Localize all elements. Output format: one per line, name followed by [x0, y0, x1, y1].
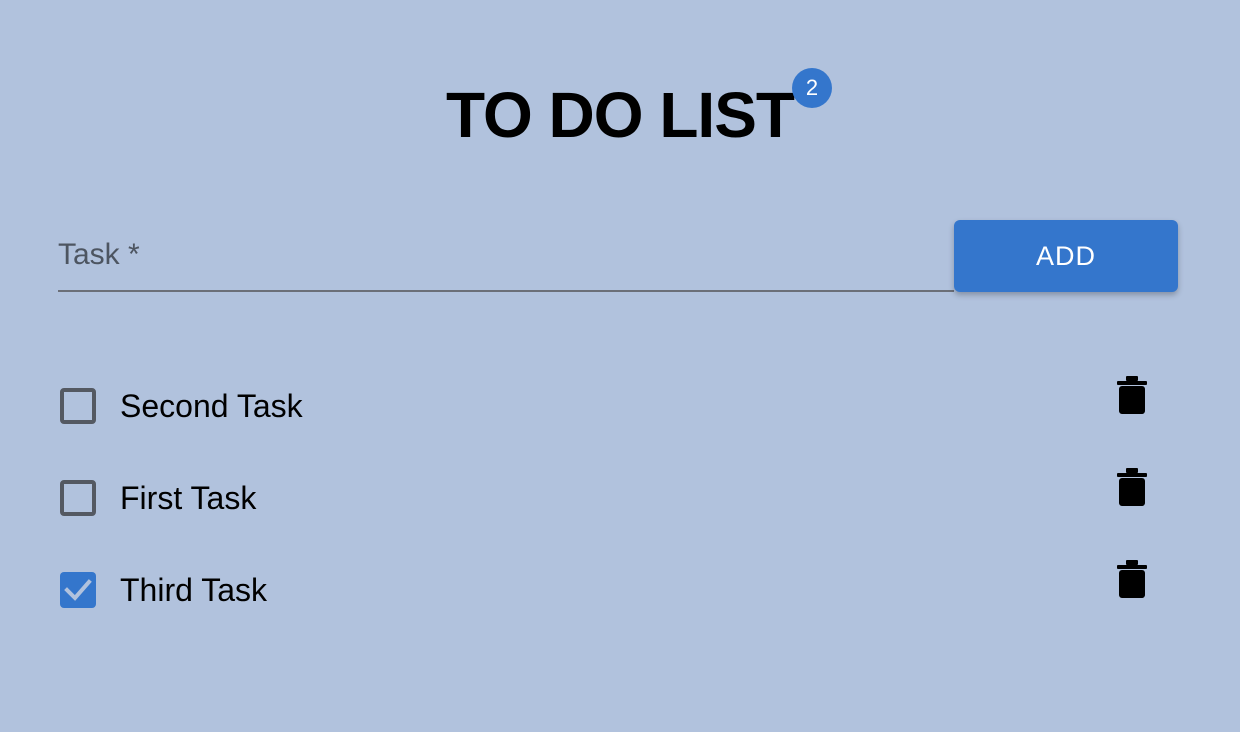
trash-icon: [1117, 468, 1147, 506]
task-label: Second Task: [120, 388, 303, 424]
trash-icon: [1117, 560, 1147, 598]
checkmark-icon: [64, 579, 92, 601]
delete-button[interactable]: [1114, 376, 1150, 416]
trash-icon: [1117, 376, 1147, 414]
header: TO DO LIST 2: [0, 68, 1240, 151]
delete-button[interactable]: [1114, 468, 1150, 508]
task-item: Second Task: [58, 376, 1158, 436]
add-button[interactable]: ADD: [954, 220, 1178, 292]
task-label: First Task: [120, 480, 257, 516]
page-title-text: TO DO LIST: [446, 79, 795, 151]
task-checkbox[interactable]: [60, 480, 96, 516]
task-checkbox-checked[interactable]: [60, 572, 96, 608]
task-checkbox[interactable]: [60, 388, 96, 424]
task-input[interactable]: [58, 226, 954, 290]
delete-button[interactable]: [1114, 560, 1150, 600]
task-count-badge: 2: [791, 68, 832, 108]
task-input-container: Task *: [58, 226, 954, 292]
task-item: Third Task: [58, 560, 1158, 620]
page-title: TO DO LIST 2: [446, 68, 832, 151]
task-item: First Task: [58, 468, 1158, 528]
task-label: Third Task: [120, 572, 268, 608]
